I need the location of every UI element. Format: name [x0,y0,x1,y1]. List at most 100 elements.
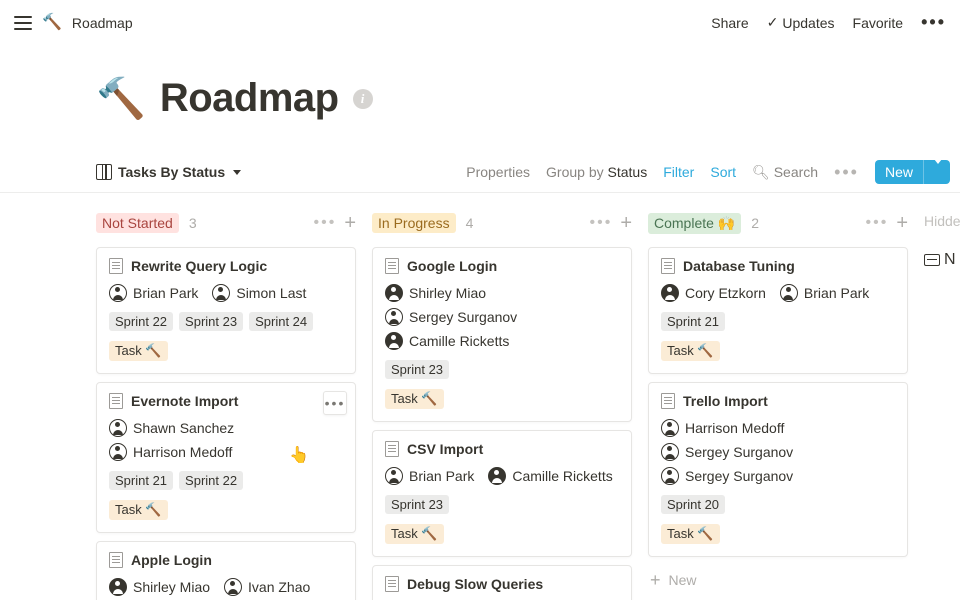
page-icon [109,552,123,568]
person: Cory Etzkorn [661,284,766,302]
column-more-icon[interactable]: ••• [590,214,613,232]
avatar-icon [109,578,127,596]
column-count: 4 [466,215,474,231]
sprint-chip[interactable]: Sprint 23 [385,495,449,514]
type-chip[interactable]: Task 🔨 [385,524,444,544]
new-button-label: New [875,160,923,184]
page-content: 🔨 Roadmap i Tasks By Status Properties G… [0,45,960,600]
topbar-left: 🔨 Roadmap [14,15,133,31]
card[interactable]: CSV ImportBrian ParkCamille RickettsSpri… [372,430,632,557]
column-label[interactable]: Not Started [96,213,179,233]
hidden-columns[interactable]: HiddeN [924,207,960,600]
updates-button[interactable]: ✓ Updates [767,14,835,31]
filter-button[interactable]: Filter [663,164,694,180]
view-switcher[interactable]: Tasks By Status [96,164,241,180]
card-people: Brian ParkSimon Last [109,284,343,302]
card-people: Harrison Medoff Sergey Surganov Sergey Sur… [661,419,895,485]
viewbar: Tasks By Status Properties Group by Stat… [96,160,960,184]
card-more-icon[interactable]: ••• [323,391,347,415]
card-title: Evernote Import [131,393,238,409]
page-icon [661,258,675,274]
sprint-chip[interactable]: Sprint 23 [385,360,449,379]
card-title: Database Tuning [683,258,795,274]
sprint-chip[interactable]: Sprint 21 [109,471,173,490]
person: Camille Ricketts [385,332,509,350]
card[interactable]: Apple LoginShirley MiaoIvan Zhao [96,541,356,600]
column-add-icon[interactable]: + [896,213,908,233]
card[interactable]: Evernote Import•••👆Shawn SanchezHarrison… [96,382,356,533]
inbox-item[interactable]: N [924,251,960,269]
sort-button[interactable]: Sort [710,164,736,180]
person-name: Camille Ricketts [512,468,612,484]
chevron-down-icon [233,170,241,175]
card-chips: Sprint 23 [385,360,619,379]
view-more-icon[interactable]: ••• [834,162,859,183]
avatar-icon [661,284,679,302]
avatar-icon [488,467,506,485]
favorite-button[interactable]: Favorite [853,15,904,31]
groupby-button[interactable]: Group by Status [546,164,647,180]
card-people: Cory EtzkornBrian Park [661,284,895,302]
column-more-icon[interactable]: ••• [314,214,337,232]
person: Sergey Surganov [661,467,793,485]
page-icon [661,393,675,409]
type-chip[interactable]: Task 🔨 [109,341,168,361]
column-add-icon[interactable]: + [620,213,632,233]
share-button[interactable]: Share [711,15,748,31]
avatar-icon [661,443,679,461]
page-icon[interactable]: 🔨 [96,75,146,122]
sprint-chip[interactable]: Sprint 23 [179,312,243,331]
info-icon[interactable]: i [353,89,373,109]
sprint-chip[interactable]: Sprint 24 [249,312,313,331]
column-label[interactable]: Complete 🙌 [648,213,741,234]
new-button-dropdown[interactable] [923,160,950,184]
menu-toggle-icon[interactable] [14,16,32,30]
card-chips: Sprint 21 Sprint 22 [109,471,343,490]
avatar-icon [385,284,403,302]
sprint-chip[interactable]: Sprint 21 [661,312,725,331]
person: Ivan Zhao [224,578,310,596]
breadcrumb[interactable]: Roadmap [72,15,133,31]
person: Harrison Medoff [661,419,784,437]
sprint-chip[interactable]: Sprint 22 [109,312,173,331]
new-card-button[interactable]: +New [648,565,908,595]
column-more-icon[interactable]: ••• [866,214,889,232]
column-actions: ••• + [314,213,357,233]
avatar-icon [385,332,403,350]
card[interactable]: Rewrite Query LogicBrian ParkSimon LastS… [96,247,356,374]
card-type-row: Task 🔨 [109,500,343,520]
card[interactable]: Debug Slow QueriesLeslie Jensen [372,565,632,600]
card[interactable]: Trello Import Harrison Medoff Sergey Surga… [648,382,908,557]
search-button[interactable]: 🔍︎ Search [752,164,818,181]
type-chip[interactable]: Task 🔨 [109,500,168,520]
column-count: 2 [751,215,759,231]
person-name: Simon Last [236,285,306,301]
avatar-icon [661,419,679,437]
person-name: Sergey Surganov [685,444,793,460]
page-title[interactable]: Roadmap [160,76,339,121]
card-title-row: Google Login [385,258,619,274]
card-title-row: Database Tuning [661,258,895,274]
board-column: Not Started3•••+Rewrite Query LogicBrian… [96,207,356,600]
column-label[interactable]: In Progress [372,213,456,233]
sprint-chip[interactable]: Sprint 22 [179,471,243,490]
card-title: Rewrite Query Logic [131,258,267,274]
card-chips: Sprint 21 [661,312,895,331]
sprint-chip[interactable]: Sprint 20 [661,495,725,514]
viewbar-right: Properties Group by Status Filter Sort 🔍… [466,160,950,184]
column-add-icon[interactable]: + [344,213,356,233]
avatar-icon [212,284,230,302]
card-people: Shirley MiaoSergey SurganovCamille Ricke… [385,284,619,350]
card-title-row: CSV Import [385,441,619,457]
card-title: Trello Import [683,393,768,409]
search-label: Search [774,164,818,180]
card[interactable]: Database Tuning Cory EtzkornBrian Park Spr… [648,247,908,374]
card-type-row: Task 🔨 [661,341,895,361]
more-menu-icon[interactable]: ••• [921,12,946,33]
card[interactable]: Google Login Shirley MiaoSergey SurganovC… [372,247,632,422]
type-chip[interactable]: Task 🔨 [385,389,444,409]
properties-button[interactable]: Properties [466,164,530,180]
new-button[interactable]: New [875,160,950,184]
type-chip[interactable]: Task 🔨 [661,524,720,544]
type-chip[interactable]: Task 🔨 [661,341,720,361]
